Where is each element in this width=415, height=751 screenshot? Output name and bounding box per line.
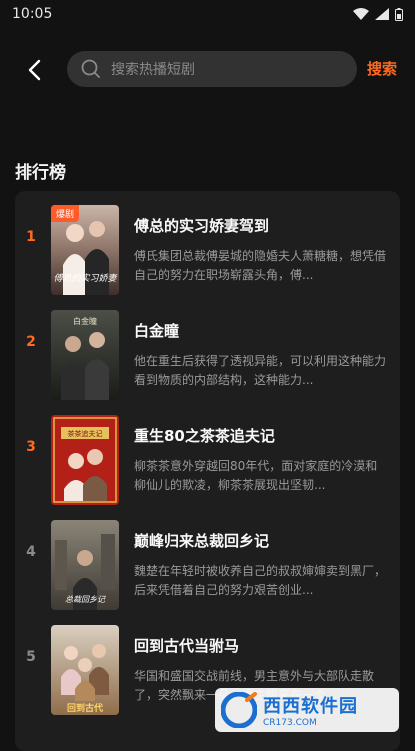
drama-title: 重生80之茶茶追夫记 <box>134 427 275 445</box>
drama-description: 柳茶茶意外穿越回80年代，面对家庭的冷漠和柳仙儿的欺凌，柳茶茶展现出坚韧... <box>134 459 378 492</box>
rank-number: 3 <box>26 439 36 455</box>
status-time: 10:05 <box>12 6 53 22</box>
drama-description: 他在重生后获得了透视异能，可以利用这种能力看到物质的内部结构，这种能力... <box>134 354 386 387</box>
battery-icon <box>395 7 403 21</box>
back-button[interactable] <box>20 56 48 84</box>
svg-text:总裁回乡记: 总裁回乡记 <box>65 595 106 604</box>
svg-text:回到古代: 回到古代 <box>67 702 103 714</box>
list-item[interactable]: 3 茶茶追夫记 重生80之茶茶追夫记 柳茶茶意外穿越回80年代，面对家庭的冷漠和… <box>15 401 400 505</box>
rank-number: 1 <box>26 229 36 245</box>
drama-cover[interactable]: 总裁回乡记 <box>51 520 119 610</box>
rank-number: 4 <box>26 544 36 560</box>
drama-title: 白金瞳 <box>134 322 180 340</box>
watermark-logo-icon <box>221 692 257 728</box>
drama-cover[interactable]: 白金瞳 <box>51 310 119 400</box>
site-watermark: 西西软件园 CR173.COM <box>215 688 399 732</box>
drama-description: 傅氏集团总裁傅晏城的隐婚夫人萧糖糖，想凭借自己的努力在职场崭露头角，傅... <box>134 249 386 282</box>
search-icon <box>81 59 100 78</box>
drama-cover[interactable]: 傅总的实习娇妻 爆剧 <box>51 205 119 295</box>
svg-text:傅总的实习娇妻: 傅总的实习娇妻 <box>53 273 118 284</box>
drama-title: 巅峰归来总裁回乡记 <box>134 532 270 550</box>
search-input[interactable]: 搜索热播短剧 <box>67 51 357 87</box>
ranking-list: 1 傅总的实习娇妻 爆剧 傅总的实习娇妻驾到 傅氏集团总裁傅晏城的隐婚夫人萧糖糖… <box>15 191 400 751</box>
list-item[interactable]: 4 总裁回乡记 巅峰归来总裁回乡记 魏楚在年轻时被收养自己的叔叔婶婶卖到黑厂，后… <box>15 506 400 610</box>
drama-title: 傅总的实习娇妻驾到 <box>134 217 270 235</box>
drama-title: 回到古代当驸马 <box>134 637 240 655</box>
hot-tag: 爆剧 <box>51 205 80 222</box>
wifi-icon <box>353 8 369 20</box>
status-bar: 10:05 <box>0 0 415 28</box>
search-button[interactable]: 搜索 <box>367 58 397 79</box>
list-item[interactable]: 2 白金瞳 白金瞳 他在重生后获得了透视异能，可以利用这种能力看到物质的内部结构… <box>15 296 400 400</box>
status-icons <box>353 7 403 21</box>
watermark-text: 西西软件园 <box>263 696 358 717</box>
rank-number: 5 <box>26 649 36 665</box>
chevron-left-icon <box>28 59 41 81</box>
list-item[interactable]: 1 傅总的实习娇妻 爆剧 傅总的实习娇妻驾到 傅氏集团总裁傅晏城的隐婚夫人萧糖糖… <box>15 191 400 295</box>
search-placeholder: 搜索热播短剧 <box>111 62 195 78</box>
drama-description: 魏楚在年轻时被收养自己的叔叔婶婶卖到黑厂，后来凭借着自己的努力艰苦创业... <box>134 564 386 597</box>
signal-icon <box>375 8 389 20</box>
svg-text:白金瞳: 白金瞳 <box>73 316 97 326</box>
drama-cover[interactable]: 回到古代 <box>51 625 119 715</box>
top-bar: 搜索热播短剧 搜索 <box>0 48 415 92</box>
watermark-url: CR173.COM <box>263 718 317 728</box>
section-title: 排行榜 <box>15 163 66 183</box>
svg-text:茶茶追夫记: 茶茶追夫记 <box>68 429 103 438</box>
rank-number: 2 <box>26 334 36 350</box>
drama-cover[interactable]: 茶茶追夫记 <box>51 415 119 505</box>
